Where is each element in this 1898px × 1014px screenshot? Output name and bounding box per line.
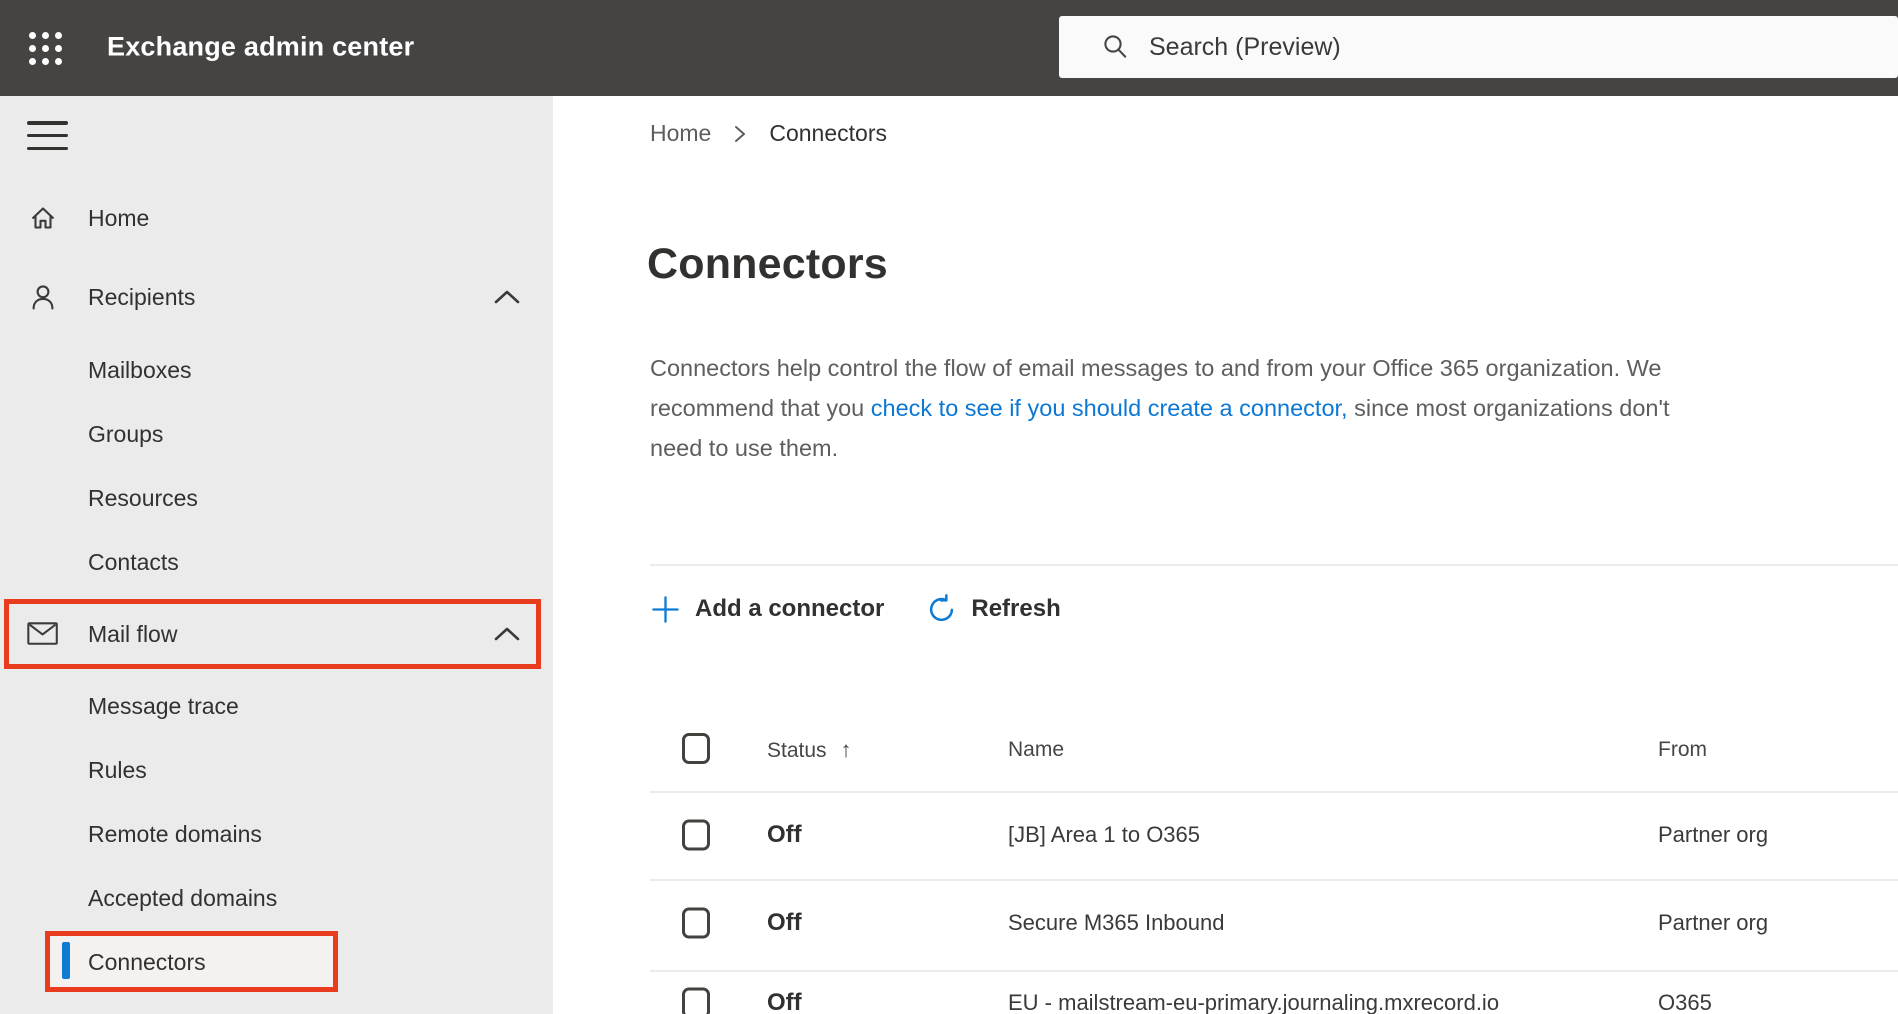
sidebar-item-mailboxes[interactable]: Mailboxes — [0, 338, 553, 402]
connector-from: Partner org — [1658, 910, 1769, 935]
sidebar-item-contacts[interactable]: Contacts — [0, 530, 553, 594]
row-checkbox[interactable] — [682, 819, 710, 851]
refresh-icon — [926, 593, 957, 625]
sidebar-item-label: Contacts — [88, 548, 179, 575]
chevron-up-icon[interactable] — [492, 625, 522, 643]
exchange-admin-center-window: Exchange admin center Home — [0, 0, 1898, 1014]
person-icon — [27, 281, 59, 313]
table-row[interactable]: Off Secure M365 Inbound Partner org — [553, 879, 1898, 967]
row-checkbox[interactable] — [682, 907, 710, 939]
sidebar-item-label: Recipients — [88, 283, 196, 310]
connector-name-link[interactable]: Secure M365 Inbound — [1008, 910, 1225, 936]
sidebar-item-message-trace[interactable]: Message trace — [0, 674, 553, 738]
app-title: Exchange admin center — [107, 31, 415, 62]
table-row[interactable]: Off EU - mailstream-eu-primary.journalin… — [553, 958, 1898, 1014]
sidebar-nav: Home Recipients Mailboxes Groups Resourc… — [0, 96, 553, 1014]
toolbar-top-divider — [650, 564, 1898, 566]
select-all-checkbox[interactable] — [682, 733, 710, 764]
connector-status: Off — [767, 909, 802, 936]
sidebar-item-connectors[interactable]: Connectors — [0, 930, 553, 994]
plus-icon — [650, 594, 681, 625]
sidebar-item-rules[interactable]: Rules — [0, 738, 553, 802]
add-connector-label: Add a connector — [695, 595, 885, 622]
refresh-button[interactable]: Refresh — [926, 593, 1061, 625]
sidebar-item-label: Mail flow — [88, 620, 178, 647]
row-checkbox[interactable] — [682, 987, 710, 1014]
search-box[interactable] — [1059, 16, 1898, 78]
sidebar-item-recipients[interactable]: Recipients — [0, 265, 553, 329]
sidebar-item-label: Rules — [88, 756, 147, 783]
connector-status: Off — [767, 989, 802, 1014]
sidebar-item-label: Accepted domains — [88, 884, 278, 911]
chevron-up-icon[interactable] — [492, 288, 522, 306]
description-text: recommend that you — [650, 395, 871, 421]
breadcrumb-current: Connectors — [769, 119, 887, 146]
sidebar-item-label: Resources — [88, 484, 198, 511]
sidebar-item-mail-flow[interactable]: Mail flow — [0, 602, 553, 666]
breadcrumb-home-link[interactable]: Home — [650, 120, 711, 147]
sidebar-item-label: Message trace — [88, 692, 239, 719]
sort-ascending-icon: ↑ — [840, 737, 852, 762]
description-text: need to use them. — [650, 435, 839, 461]
sidebar-item-groups[interactable]: Groups — [0, 402, 553, 466]
connector-name-link[interactable]: [JB] Area 1 to O365 — [1008, 822, 1200, 848]
sidebar-item-home[interactable]: Home — [0, 186, 553, 250]
page-title: Connectors — [647, 240, 888, 288]
sidebar-item-remote-domains[interactable]: Remote domains — [0, 802, 553, 866]
command-bar: Add a connector Refresh — [650, 583, 1061, 635]
sidebar-item-accepted-domains[interactable]: Accepted domains — [0, 866, 553, 930]
description-text: Connectors help control the flow of emai… — [650, 355, 1662, 381]
add-connector-button[interactable]: Add a connector — [650, 594, 884, 625]
page-description: Connectors help control the flow of emai… — [650, 348, 1898, 468]
sidebar-item-label: Remote domains — [88, 820, 262, 847]
sidebar-item-label: Connectors — [88, 948, 206, 975]
refresh-label: Refresh — [971, 595, 1061, 622]
create-connector-check-link[interactable]: check to see if you should create a conn… — [871, 395, 1348, 421]
description-text: since most organizations don't — [1347, 395, 1670, 421]
table-row[interactable]: Off [JB] Area 1 to O365 Partner org — [553, 791, 1898, 879]
main-content: Home Connectors Connectors Connectors he… — [553, 96, 1898, 1014]
sidebar-item-label: Groups — [88, 420, 164, 447]
breadcrumb: Home Connectors — [650, 118, 887, 148]
sidebar-item-label: Home — [88, 204, 150, 231]
sidebar-item-resources[interactable]: Resources — [0, 466, 553, 530]
top-app-bar: Exchange admin center — [0, 0, 1898, 96]
sidebar-item-label: Mailboxes — [88, 356, 192, 383]
column-header-status[interactable]: Status ↑ — [767, 737, 852, 763]
hamburger-menu-icon[interactable] — [27, 121, 68, 150]
connector-from: O365 — [1658, 990, 1712, 1014]
search-icon — [1104, 35, 1127, 58]
connector-name-link[interactable]: EU - mailstream-eu-primary.journaling.mx… — [1008, 990, 1499, 1014]
column-header-from[interactable]: From — [1658, 738, 1707, 762]
search-input[interactable] — [1149, 32, 1749, 62]
app-launcher-waffle-icon[interactable] — [20, 23, 70, 73]
chevron-right-icon — [733, 122, 747, 146]
table-header-row: Status ↑ Name From — [553, 722, 1898, 778]
mail-icon — [27, 618, 59, 650]
home-icon — [27, 202, 59, 234]
connector-status: Off — [767, 821, 802, 848]
connector-from: Partner org — [1658, 822, 1769, 847]
column-header-name[interactable]: Name — [1008, 738, 1064, 762]
